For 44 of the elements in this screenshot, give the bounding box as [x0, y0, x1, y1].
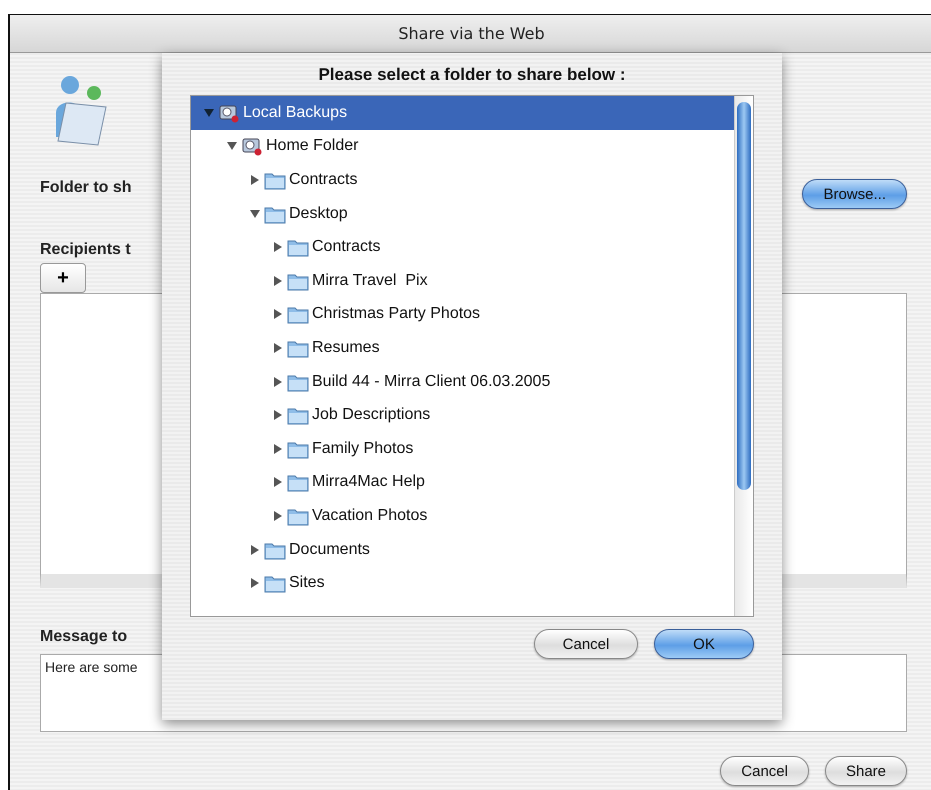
tree-item[interactable]: Job Descriptions — [191, 398, 734, 432]
message-label: Message to — [40, 628, 128, 646]
disclosure-triangle-icon[interactable] — [249, 208, 261, 220]
cancel-button[interactable]: Cancel — [534, 629, 638, 659]
disclosure-triangle-icon[interactable] — [272, 274, 284, 287]
disclosure-triangle-icon[interactable] — [272, 308, 284, 320]
ok-button[interactable]: OK — [654, 629, 754, 659]
disclosure-triangle-icon[interactable] — [272, 241, 284, 254]
tree-item[interactable]: Christmas Party Photos — [191, 298, 734, 332]
disclosure-triangle-icon[interactable] — [249, 544, 261, 556]
disclosure-triangle-icon[interactable] — [249, 174, 261, 186]
share-button[interactable]: Share — [824, 756, 907, 786]
cancel-button[interactable]: Cancel — [720, 756, 809, 786]
tree-item[interactable]: Documents — [191, 532, 734, 566]
tree-item[interactable]: Desktop — [191, 196, 734, 230]
tree-item[interactable]: Contracts — [191, 163, 734, 197]
disclosure-triangle-icon[interactable] — [272, 442, 284, 455]
tree-item[interactable]: Home Folder — [191, 130, 734, 164]
disclosure-triangle-icon[interactable] — [272, 409, 284, 422]
tree-item[interactable]: Mirra4Mac Help — [191, 466, 734, 500]
drive-folder-icon — [241, 136, 263, 156]
browse-button[interactable]: Browse... — [802, 179, 907, 209]
drive-folder-icon — [218, 102, 240, 123]
tree-item[interactable]: Local Backups — [191, 96, 734, 130]
disclosure-triangle-icon[interactable] — [272, 376, 284, 388]
tree-item[interactable]: Resumes — [191, 331, 734, 365]
disclosure-triangle-icon[interactable] — [249, 577, 261, 590]
folder-label: Folder to sh — [40, 179, 132, 197]
scrollbar[interactable] — [734, 96, 753, 616]
tree-item[interactable]: Vacation Photos — [191, 499, 734, 533]
tree-item[interactable]: Contracts — [191, 230, 734, 264]
disclosure-triangle-icon[interactable] — [272, 510, 284, 522]
tree-item[interactable]: Family Photos — [191, 432, 734, 466]
window-title: Share via the Web — [10, 15, 931, 53]
disclosure-triangle-icon[interactable] — [203, 106, 215, 119]
tree-item[interactable]: Mirra Travel Pix — [191, 264, 734, 298]
add-recipient-button[interactable]: + — [40, 263, 86, 293]
disclosure-triangle-icon[interactable] — [226, 140, 238, 152]
sheet-title: Please select a folder to share below : — [317, 65, 627, 85]
disclosure-triangle-icon[interactable] — [272, 342, 284, 354]
tree-item[interactable]: Build 44 - Mirra Client 06.03.2005 — [191, 364, 734, 398]
tree-item[interactable]: Sites — [191, 566, 734, 600]
disclosure-triangle-icon[interactable] — [272, 476, 284, 488]
recipients-label: Recipients t — [40, 241, 131, 259]
